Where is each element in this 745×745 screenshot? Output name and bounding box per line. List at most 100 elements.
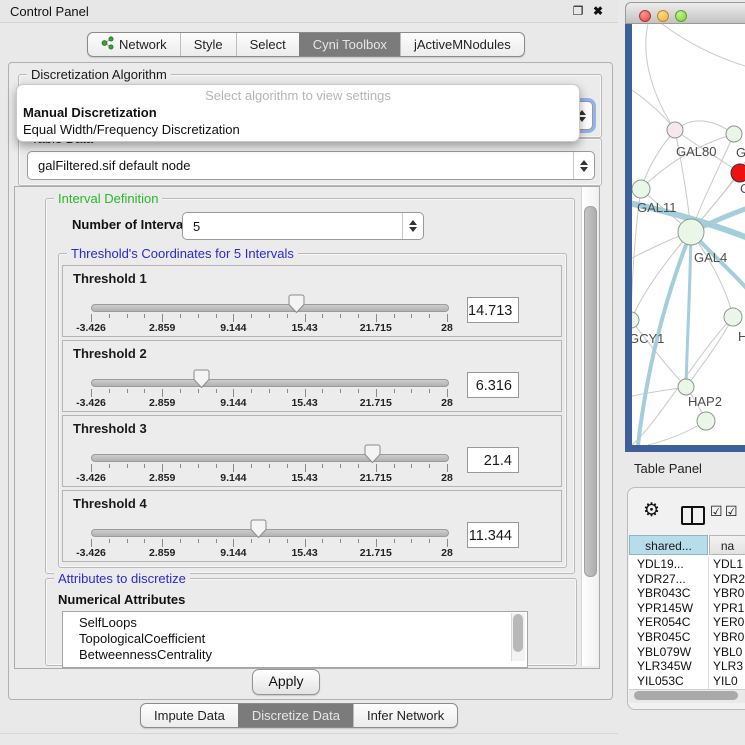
tab-infer-network[interactable]: Infer Network: [353, 704, 457, 727]
threshold-slider-track[interactable]: [91, 529, 449, 537]
table-cell[interactable]: YDR27...: [637, 572, 686, 586]
network-node[interactable]: [697, 412, 715, 430]
slider-thumb[interactable]: [288, 294, 305, 314]
tab-network[interactable]: Network: [88, 33, 180, 56]
threshold-value-field[interactable]: 14.713: [467, 297, 519, 323]
table-cell[interactable]: YBL079W: [637, 645, 691, 659]
apply-button[interactable]: Apply: [252, 669, 320, 695]
network-edge[interactable]: [662, 24, 745, 66]
table-cell[interactable]: YLR3: [713, 659, 743, 673]
threshold-slider-track[interactable]: [91, 379, 449, 387]
table-cell[interactable]: YPR1: [713, 601, 744, 615]
slider-tick: [429, 464, 430, 468]
network-node[interactable]: [678, 219, 704, 245]
table-cell[interactable]: YBL0: [713, 645, 742, 659]
attribute-item-topologicalcoefficient[interactable]: TopologicalCoefficient: [63, 631, 527, 647]
table-cell[interactable]: YLR345W: [637, 659, 692, 673]
tab-select[interactable]: Select: [236, 33, 299, 56]
column-header-shared-[interactable]: shared...: [629, 535, 708, 555]
network-edge[interactable]: [675, 121, 734, 134]
slider-tick: [322, 464, 323, 468]
table-body: YDL19... YDL1 YDR27... YDR2 YBR043C YBR0 YPR14…: [629, 557, 745, 689]
threshold-slider-track[interactable]: [91, 304, 449, 312]
attributes-list-scrollbar-thumb[interactable]: [513, 614, 523, 652]
dropdown-hint: Select algorithm to view settings: [17, 88, 579, 103]
network-edge[interactable]: [632, 90, 675, 130]
slider-tick: [127, 464, 128, 468]
table-cell[interactable]: YPR145W: [637, 601, 693, 615]
network-edge[interactable]: [686, 317, 733, 387]
table-cell[interactable]: YBR0: [713, 630, 744, 644]
gear-icon[interactable]: ⚙: [643, 500, 660, 522]
num-intervals-spinner[interactable]: 5: [182, 212, 424, 240]
slider-tick: [447, 539, 448, 547]
slider-thumb[interactable]: [364, 444, 381, 464]
network-canvas[interactable]: GAL80GACGAL11GAL4GCY1HHAP2: [632, 24, 745, 445]
table-horizontal-scrollbar-thumb[interactable]: [634, 691, 738, 700]
threshold-value-field[interactable]: 11.344: [467, 522, 519, 548]
table-cell[interactable]: YDL19...: [637, 557, 684, 571]
tab-style[interactable]: Style: [180, 33, 236, 56]
dropdown-item-manual-discretization[interactable]: Manual Discretization: [23, 105, 157, 120]
tab-cyni-toolbox[interactable]: Cyni Toolbox: [299, 33, 400, 56]
vertical-scrollbar-thumb[interactable]: [584, 206, 597, 577]
table-cell[interactable]: YER054C: [637, 615, 690, 629]
float-window-icon[interactable]: ❐: [570, 3, 586, 19]
slider-tick: [162, 314, 163, 322]
checkbox-icon[interactable]: ☑: [710, 503, 723, 520]
network-node-label: GAL11: [637, 200, 677, 215]
network-edge[interactable]: [641, 130, 675, 189]
table-cell[interactable]: YBR043C: [637, 586, 690, 600]
close-window-icon[interactable]: [639, 10, 651, 22]
slider-tick: [198, 389, 199, 393]
network-node[interactable]: [632, 312, 639, 328]
attributes-list-scrollbar[interactable]: [511, 613, 525, 661]
split-columns-icon[interactable]: [681, 506, 705, 525]
slider-tick: [305, 539, 306, 547]
network-edge[interactable]: [641, 134, 734, 189]
slider-thumb[interactable]: [193, 369, 210, 389]
table-data-combo[interactable]: galFiltered.sif default node: [27, 151, 595, 180]
attribute-item-betweennesscentrality[interactable]: BetweennessCentrality: [63, 647, 527, 663]
network-node-label: H: [738, 329, 745, 344]
table-cell[interactable]: YDR2: [713, 572, 745, 586]
threshold-panel-1: Threshold 1-3.4262.8599.14415.4321.71528…: [62, 265, 562, 337]
network-window-titlebar[interactable]: [625, 2, 745, 24]
slider-tick: [251, 314, 252, 318]
network-edge[interactable]: [686, 232, 691, 387]
tab-impute-data[interactable]: Impute Data: [141, 704, 238, 727]
tab-discretize-data[interactable]: Discretize Data: [238, 704, 353, 727]
network-node[interactable]: [632, 180, 650, 198]
network-node-label: GCY1: [632, 331, 664, 346]
attributes-list[interactable]: SelfLoopsTopologicalCoefficientBetweenne…: [62, 611, 528, 668]
slider-thumb[interactable]: [250, 519, 267, 539]
table-cell[interactable]: YIL0: [713, 674, 738, 688]
network-edge[interactable]: [691, 232, 733, 317]
checkbox-icon[interactable]: ☑: [725, 503, 738, 520]
network-node[interactable]: [724, 308, 742, 326]
close-panel-icon[interactable]: ✖: [590, 3, 606, 19]
slider-tick-label: 15.43: [279, 547, 331, 559]
table-cell[interactable]: YBR045C: [637, 630, 690, 644]
threshold-slider-track[interactable]: [91, 454, 449, 462]
dropdown-item-equal-width-frequency-discretization[interactable]: Equal Width/Frequency Discretization: [23, 122, 240, 137]
network-node-selected[interactable]: [731, 164, 745, 182]
tab-jactivemnodules[interactable]: jActiveMNodules: [400, 33, 524, 56]
network-node[interactable]: [678, 379, 694, 395]
table-cell[interactable]: YDL1: [713, 557, 743, 571]
network-edge[interactable]: [632, 232, 691, 320]
table-cell[interactable]: YIL053C: [637, 674, 684, 688]
table-cell[interactable]: YBR0: [713, 586, 744, 600]
network-node[interactable]: [667, 122, 683, 138]
table-cell[interactable]: YER0: [713, 615, 744, 629]
panel-bottom-divider: [0, 733, 618, 734]
network-node[interactable]: [726, 126, 742, 142]
minimize-window-icon[interactable]: [657, 10, 669, 22]
threshold-label: Threshold 2: [73, 346, 147, 361]
threshold-value-field[interactable]: 6.316: [467, 372, 519, 398]
column-header-na[interactable]: na: [709, 535, 745, 555]
slider-tick: [287, 314, 288, 318]
threshold-value-field[interactable]: 21.4: [467, 447, 519, 473]
zoom-window-icon[interactable]: [675, 10, 687, 22]
attribute-item-selfloops[interactable]: SelfLoops: [63, 615, 527, 631]
